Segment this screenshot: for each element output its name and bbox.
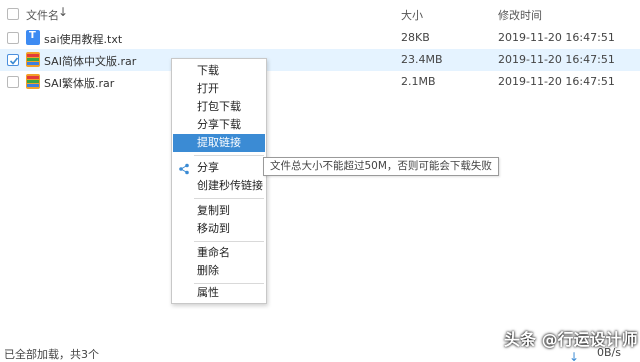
- file-size: 28KB: [401, 31, 430, 44]
- load-status-text: 已全部加载，共3个: [4, 348, 99, 361]
- menu-separator: [194, 241, 264, 242]
- file-size: 2.1MB: [401, 75, 436, 88]
- name-column-header[interactable]: 文件名: [26, 7, 59, 23]
- row-checkbox[interactable]: [7, 76, 19, 88]
- file-modified-time: 2019-11-20 16:47:51: [498, 31, 615, 44]
- row-checkbox[interactable]: [7, 32, 19, 44]
- menu-item-copy-to[interactable]: 复制到: [173, 202, 265, 220]
- file-modified-time: 2019-11-20 16:47:51: [498, 53, 615, 66]
- menu-item-share[interactable]: 分享: [173, 159, 265, 177]
- menu-separator: [194, 155, 264, 156]
- file-name[interactable]: SAI简体中文版.rar: [44, 53, 136, 69]
- file-list-header: 文件名 ↓ 大小 修改时间: [0, 0, 640, 30]
- menu-item-pack-download[interactable]: 打包下载: [173, 98, 265, 116]
- menu-item-create-instant-link[interactable]: 创建秒传链接: [173, 177, 265, 195]
- menu-item-share-download[interactable]: 分享下载: [173, 116, 265, 134]
- menu-item-delete[interactable]: 删除: [173, 262, 265, 280]
- sort-down-arrow-icon[interactable]: ↓: [58, 5, 68, 19]
- menu-item-download[interactable]: 下载: [173, 62, 265, 80]
- download-arrow-icon[interactable]: ↓: [569, 350, 579, 362]
- file-name[interactable]: SAI繁体版.rar: [44, 75, 114, 91]
- rar-file-icon: [26, 74, 40, 89]
- file-row-selected[interactable]: SAI简体中文版.rar 23.4MB 2019-11-20 16:47:51: [0, 49, 640, 71]
- rar-file-icon: [26, 52, 40, 67]
- watermark-text: 头条 @行运设计师: [504, 330, 638, 349]
- menu-item-move-to[interactable]: 移动到: [173, 220, 265, 238]
- context-menu: 下载 打开 打包下载 分享下载 提取链接 分享 创建秒传链接 复制到 移动到 重…: [171, 58, 267, 304]
- checkmark-icon: [9, 57, 19, 65]
- file-modified-time: 2019-11-20 16:47:51: [498, 75, 615, 88]
- txt-file-icon: T: [26, 30, 40, 45]
- file-size: 23.4MB: [401, 53, 443, 66]
- select-all-checkbox[interactable]: [7, 8, 19, 20]
- menu-item-open[interactable]: 打开: [173, 80, 265, 98]
- size-column-header[interactable]: 大小: [401, 7, 423, 23]
- row-checkbox-checked[interactable]: [7, 54, 19, 66]
- file-name[interactable]: sai使用教程.txt: [44, 31, 122, 47]
- size-limit-tooltip: 文件总大小不能超过50M，否则可能会下载失败: [263, 157, 499, 176]
- file-row[interactable]: SAI繁体版.rar 2.1MB 2019-11-20 16:47:51: [0, 71, 640, 93]
- menu-item-rename[interactable]: 重命名: [173, 244, 265, 262]
- menu-separator: [194, 198, 264, 199]
- file-row[interactable]: T sai使用教程.txt 28KB 2019-11-20 16:47:51: [0, 27, 640, 49]
- menu-item-extract-link[interactable]: 提取链接: [173, 134, 265, 152]
- menu-item-properties[interactable]: 属性: [173, 284, 265, 302]
- modified-column-header[interactable]: 修改时间: [498, 7, 542, 23]
